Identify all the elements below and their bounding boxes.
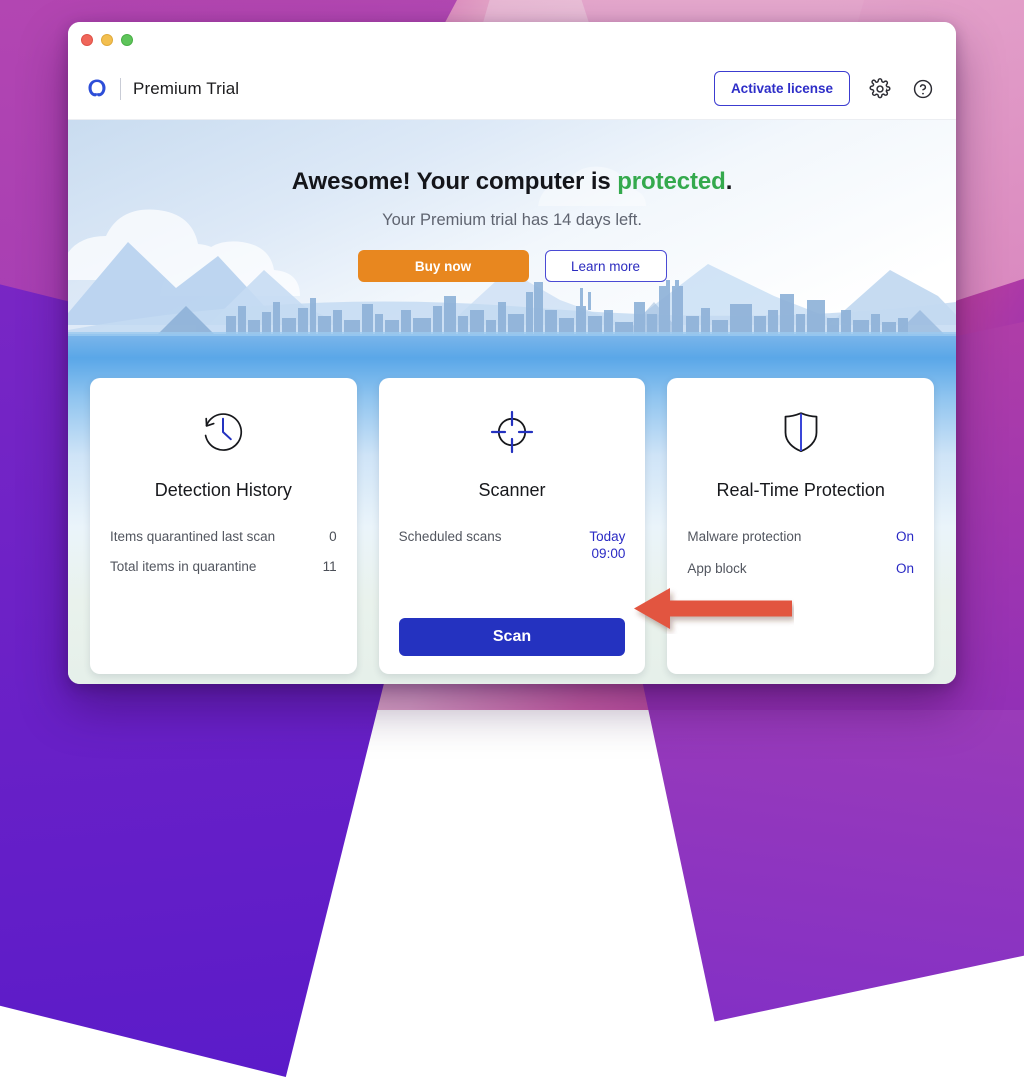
row-label: Scheduled scans <box>398 529 502 544</box>
brand-divider <box>120 77 121 100</box>
shield-icon <box>784 412 818 453</box>
malwarebytes-app-window: Premium Trial Activate license Awesome! … <box>68 22 956 684</box>
buy-now-button[interactable]: Buy now <box>357 250 529 282</box>
page-title: Premium Trial <box>133 78 240 98</box>
row-label: Malware protection <box>687 529 802 544</box>
hero-text-block: Awesome! Your computer is protected. You… <box>68 120 956 358</box>
row-label: Total items in quarantine <box>110 559 257 574</box>
card-scanner[interactable]: Scanner Scheduled scans Today 09:00 Scan <box>378 378 646 674</box>
row-value: Today 09:00 <box>589 529 626 561</box>
settings-button[interactable] <box>867 76 893 102</box>
window-titlebar[interactable] <box>68 22 956 58</box>
card-footer: Scan <box>398 618 626 656</box>
list-item: Malware protection On <box>687 529 914 546</box>
scan-button[interactable]: Scan <box>398 618 626 656</box>
clock-history-icon <box>205 413 243 451</box>
row-value: On <box>896 529 915 544</box>
card-rows: Scheduled scans Today 09:00 <box>399 529 626 563</box>
row-label: App block <box>687 560 747 576</box>
row-value: 11 <box>322 559 337 574</box>
row-value: 0 <box>329 529 337 544</box>
hero-headline-prefix: Awesome! Your computer is <box>291 168 618 195</box>
row-label: Items quarantined last scan <box>110 529 276 544</box>
help-circle-icon <box>913 79 933 98</box>
close-window-button[interactable] <box>81 34 93 46</box>
crosshair-target-icon <box>490 410 534 454</box>
card-title: Real-Time Protection <box>716 480 885 500</box>
list-item: Scheduled scans Today 09:00 <box>399 529 626 563</box>
card-rows: Items quarantined last scan 0 Total item… <box>110 529 337 574</box>
card-real-time-protection[interactable]: Real-Time Protection Malware protection … <box>667 378 935 674</box>
row-value: On <box>896 560 915 576</box>
hero-subtitle: Your Premium trial has 14 days left. <box>382 211 642 229</box>
maximize-window-button[interactable] <box>121 34 133 46</box>
card-detection-history[interactable]: Detection History Items quarantined last… <box>90 378 357 674</box>
minimize-window-button[interactable] <box>101 34 113 46</box>
card-rows: Malware protection On App block On <box>687 529 914 578</box>
hero-banner: Awesome! Your computer is protected. You… <box>68 120 956 358</box>
brand-area: Premium Trial <box>86 77 240 100</box>
list-item: App block On <box>687 561 914 578</box>
list-item: Total items in quarantine 11 <box>110 559 337 574</box>
card-icon-wrap <box>486 404 538 460</box>
header-actions: Activate license <box>713 71 936 106</box>
learn-more-button[interactable]: Learn more <box>544 250 667 282</box>
hero-headline-suffix: . <box>725 168 733 195</box>
help-button[interactable] <box>910 76 936 102</box>
hero-button-group: Buy now Learn more <box>357 250 667 282</box>
hero-status-word: protected <box>617 168 726 195</box>
hero-headline: Awesome! Your computer is protected. <box>292 168 733 196</box>
dashboard-cards: Detection History Items quarantined last… <box>90 378 935 674</box>
card-title: Scanner <box>478 480 546 500</box>
gear-icon <box>869 77 891 98</box>
dashboard-body: Detection History Items quarantined last… <box>68 358 956 684</box>
activate-license-button[interactable]: Activate license <box>713 71 850 106</box>
traffic-light-group <box>81 34 133 46</box>
malwarebytes-logo-icon <box>88 78 106 96</box>
app-header: Premium Trial Activate license <box>68 58 956 120</box>
card-icon-wrap <box>775 404 827 460</box>
card-icon-wrap <box>197 404 249 460</box>
card-title: Detection History <box>154 480 292 500</box>
list-item: Items quarantined last scan 0 <box>110 529 337 544</box>
